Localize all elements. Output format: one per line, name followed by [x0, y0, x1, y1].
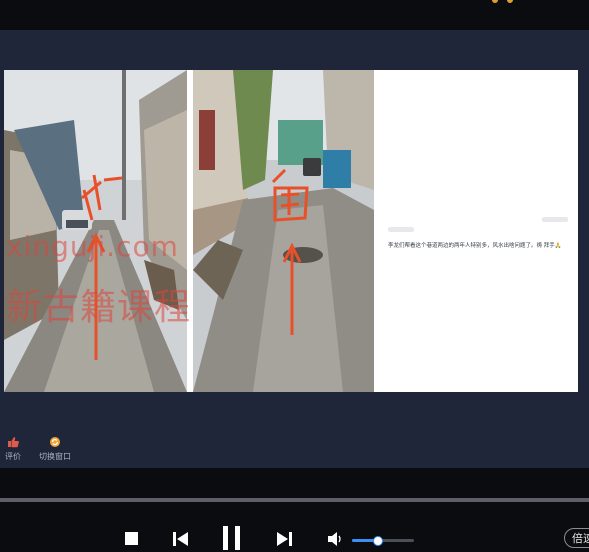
watermark-url: xinguji.com: [6, 230, 179, 263]
slide: xinguji.com 新古籍课程 李龙们帮看这个巷道两边的两年人特别多，风水出…: [4, 70, 578, 392]
lesson-toolbar: 评价 切换窗口: [0, 430, 589, 468]
previous-icon[interactable]: [171, 531, 189, 547]
alley-photo-south: [193, 70, 374, 392]
comment-text: 李龙们帮看这个巷道两边的两年人特别多，风水出啥问题了。祷 拜手🙏: [388, 243, 562, 249]
top-bar: [0, 0, 589, 30]
indicator-dot: [507, 0, 513, 3]
thumbs-up-icon: [8, 437, 19, 448]
comment-card: 李龙们帮看这个巷道两边的两年人特别多，风水出啥问题了。祷 拜手🙏: [388, 217, 568, 251]
watermark-brand: 新古籍课程: [6, 287, 192, 328]
switch-window-label: 切换窗口: [39, 452, 71, 461]
player-controls: 倍速: [0, 468, 589, 552]
indicator-dot: [492, 0, 498, 3]
switch-icon: [50, 437, 60, 447]
playback-speed-button[interactable]: 倍速: [564, 528, 589, 548]
volume-knob[interactable]: [373, 536, 384, 546]
rate-button[interactable]: 评价: [0, 436, 33, 462]
blurred-timestamp: [542, 217, 568, 222]
switch-window-button[interactable]: 切换窗口: [35, 436, 75, 462]
volume-icon[interactable]: [327, 532, 343, 546]
progress-bar[interactable]: [0, 498, 589, 502]
video-stage[interactable]: xinguji.com 新古籍课程 李龙们帮看这个巷道两边的两年人特别多，风水出…: [0, 30, 589, 468]
rate-label: 评价: [5, 452, 21, 461]
stop-icon[interactable]: [124, 531, 139, 546]
next-icon[interactable]: [276, 531, 294, 547]
pause-icon[interactable]: [220, 525, 244, 551]
blurred-username: [388, 227, 414, 232]
volume-slider[interactable]: [352, 536, 414, 546]
